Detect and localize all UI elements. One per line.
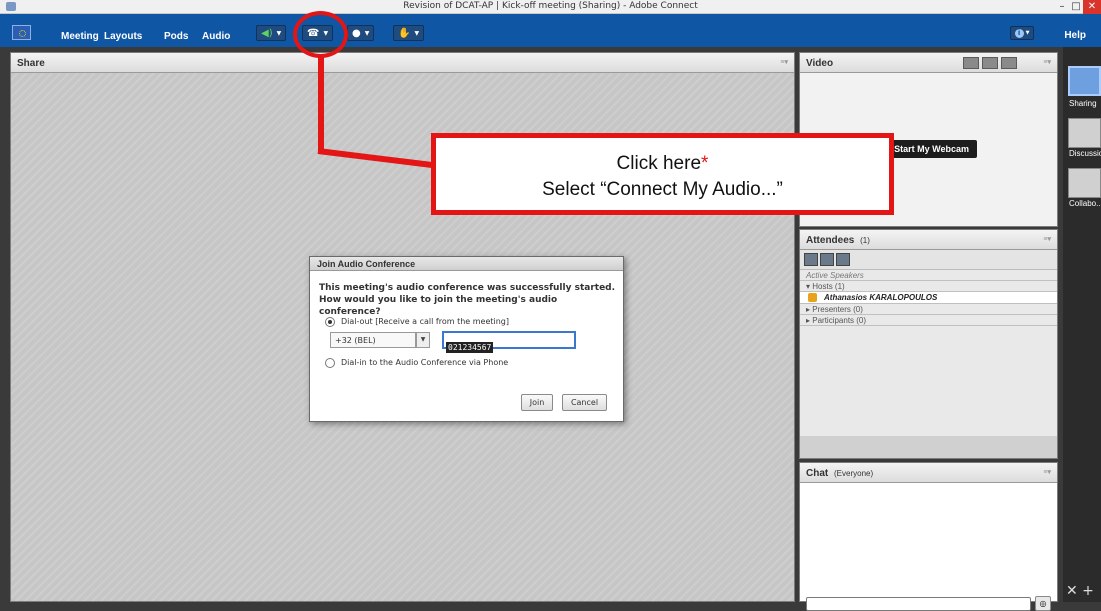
share-pod-title: Share [17,58,45,69]
attendees-pod-header: Attendees (1) ≡▾ [800,230,1057,250]
join-button[interactable]: Join [521,394,553,411]
callout-connector [318,57,324,154]
callout-line2: Select “Connect My Audio...” [542,179,783,200]
webcam-button[interactable]: ● ▼ [347,25,375,41]
dialout-label: Dial-out [Receive a call from the meetin… [341,317,510,326]
list-view-icon[interactable] [804,253,818,266]
info-button[interactable]: i ▼ [1010,26,1034,40]
host-name: Athanasios KARALOPOULOS [824,293,938,302]
chevron-down-icon[interactable]: ▼ [416,332,430,348]
callout-box: Click here* Select “Connect My Audio...” [431,133,894,215]
menu-meeting[interactable]: Meeting [61,31,99,42]
pod-options-icon[interactable]: ≡▾ [780,58,788,66]
raise-hand-button[interactable]: ✋ ▼ [393,25,425,41]
filmstrip-view-icon[interactable] [982,57,998,69]
window-controls: – □ ✕ [1055,0,1101,14]
speaker-button[interactable]: ◀) ▼ [256,25,287,41]
fullscreen-icon[interactable] [1001,57,1017,69]
pod-options-icon[interactable]: ≡▾ [1043,58,1051,66]
layout-discussion-label[interactable]: Discussion [1069,149,1101,158]
dialin-radio[interactable] [325,358,335,368]
sort-icon[interactable] [836,253,850,266]
chat-pod-title: Chat [806,468,829,479]
attendee-count: (1) [860,236,870,245]
window-titlebar: Revision of DCAT-AP | Kick-off meeting (… [0,0,1101,14]
menu-pods[interactable]: Pods [164,31,188,42]
cancel-button[interactable]: Cancel [562,394,607,411]
eu-flag-logo [12,25,31,40]
video-view-options [963,57,1017,69]
attendees-list: Active Speakers ▾ Hosts (1) Athanasios K… [800,250,1057,458]
chat-input[interactable] [806,597,1031,611]
attendees-pod-title: Attendees [806,235,855,246]
dialout-radio[interactable] [325,317,335,327]
dialog-message: This meeting's audio conference was succ… [319,283,616,317]
callout-circle [293,11,348,58]
chat-send-icon[interactable]: ◎ [1035,596,1051,611]
breakout-view-icon[interactable] [820,253,834,266]
host-user-icon [808,293,817,302]
video-pod-title: Video [806,58,834,69]
webcam-icon: ● [352,27,361,39]
menu-audio[interactable]: Audio [202,31,230,42]
grid-view-icon[interactable] [963,57,979,69]
share-pod-header: Share ≡▾ [11,53,794,73]
country-code-select[interactable]: +32 (BEL) [330,332,416,348]
maximize-button[interactable]: □ [1069,0,1083,14]
layout-discussion-thumb[interactable] [1068,118,1101,148]
attendees-pod: Attendees (1) ≡▾ Active Speakers ▾ Hosts… [799,229,1058,459]
phone-number-input[interactable]: 021234567 [442,331,576,353]
active-speakers-row: Active Speakers [800,270,1057,281]
dialog-title: Join Audio Conference [310,257,623,271]
layout-tools-icon[interactable]: ✕ + [1066,583,1094,599]
video-pod-header: Video ≡▾ [800,53,1057,73]
attendees-empty-area [800,326,1057,436]
window-title: Revision of DCAT-AP | Kick-off meeting (… [403,1,698,11]
close-button[interactable]: ✕ [1083,0,1101,14]
pod-options-icon[interactable]: ≡▾ [1043,235,1051,243]
dialin-label: Dial-in to the Audio Conference via Phon… [341,358,509,367]
layout-collaboration-thumb[interactable] [1068,168,1101,198]
pod-options-icon[interactable]: ≡▾ [1043,468,1051,476]
callout-asterisk: * [701,153,709,174]
callout-line1: Click here [616,153,702,174]
participants-group[interactable]: ▸ Participants (0) [800,315,1057,326]
chat-messages: ◎ [800,483,1057,611]
chat-pod-header: Chat (Everyone) ≡▾ [800,463,1057,483]
chat-pod: Chat (Everyone) ≡▾ ◎ [799,462,1058,611]
speaker-icon: ◀) [261,27,273,39]
raise-hand-icon: ✋ [398,27,411,39]
info-icon: i [1014,28,1024,38]
presenters-group[interactable]: ▸ Presenters (0) [800,304,1057,315]
attendee-view-toolbar [800,250,1057,270]
menu-help[interactable]: Help [1064,30,1086,41]
phone-number-value: 021234567 [446,342,494,353]
minimize-button[interactable]: – [1055,0,1069,14]
layout-sharing-label[interactable]: Sharing [1069,99,1097,108]
hosts-group[interactable]: ▾ Hosts (1) [800,281,1057,292]
attendee-host[interactable]: Athanasios KARALOPOULOS [800,292,1057,304]
menu-layouts[interactable]: Layouts [104,31,142,42]
layout-sharing-thumb[interactable] [1068,66,1101,96]
layout-collaboration-label[interactable]: Collabo... [1069,199,1101,208]
chat-scope: (Everyone) [834,469,874,478]
